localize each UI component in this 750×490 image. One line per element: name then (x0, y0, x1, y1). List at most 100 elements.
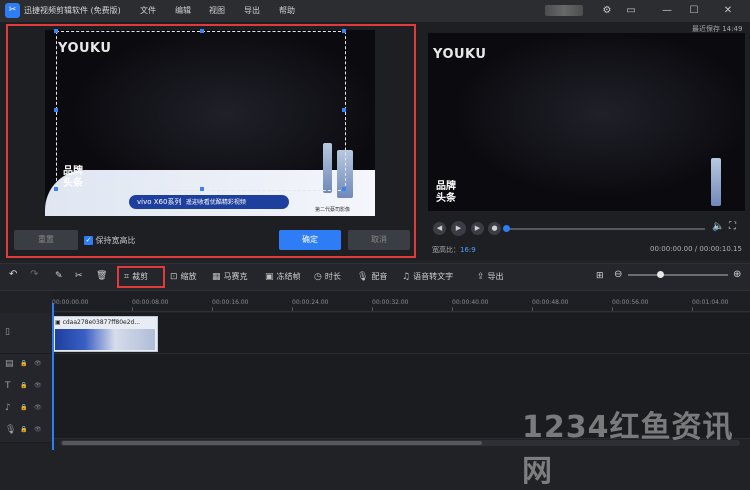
freeze-frame-tool[interactable]: ▣ 冻结帧 (265, 271, 301, 282)
eye-icon[interactable]: 👁 (34, 360, 42, 367)
reset-button[interactable]: 重置 (14, 230, 78, 250)
eye-icon[interactable]: 👁 (34, 382, 42, 389)
progress-knob[interactable] (503, 225, 510, 232)
fullscreen-icon[interactable]: ⛶ (729, 221, 736, 232)
timeline-scrollbar-thumb[interactable] (62, 441, 482, 445)
youku-logo: YOUKU (433, 47, 487, 62)
stop-icon[interactable]: ● (488, 222, 501, 235)
maximize-button[interactable]: ☐ (683, 2, 705, 20)
speech-to-text-tool[interactable]: ♫ 语音转文字 (402, 271, 453, 282)
player-controls: ◀ ▶ ▶ ● 🔈 ⛶ (428, 218, 745, 240)
confirm-button[interactable]: 确定 (279, 230, 341, 250)
aspect-label: 宽高比： (432, 246, 460, 254)
redo-icon[interactable]: ↷ (30, 269, 38, 280)
next-frame-icon[interactable]: ▶ (471, 222, 484, 235)
track-header-music: ♪ 🔒 👁 (0, 398, 52, 421)
video-track-icon: ▯ (5, 327, 10, 337)
pip-track-icon: ▤ (5, 359, 14, 369)
microphone-track-icon: 🎙 (5, 425, 17, 435)
track-text[interactable] (52, 376, 750, 399)
menu-help[interactable]: 帮助 (279, 5, 295, 16)
settings-icon[interactable]: ⚙ (596, 2, 618, 20)
speech-to-text-label: 语音转文字 (413, 272, 454, 281)
timeline-clip[interactable]: ▣ cdaa278e03877ff80e2d... (52, 316, 158, 352)
skin-icon[interactable]: ▭ (620, 2, 642, 20)
cancel-button[interactable]: 取消 (348, 230, 410, 250)
duration-tool[interactable]: ◷ 时长 (314, 271, 341, 282)
export-icon: ⇪ (477, 272, 485, 282)
crop-handle[interactable] (54, 29, 58, 33)
crop-handle[interactable] (342, 187, 346, 191)
text-track-icon: T (5, 381, 11, 391)
checkbox-check-icon[interactable]: ✓ (84, 236, 93, 245)
scissors-icon[interactable]: ✂ (75, 271, 83, 281)
ruler-tick: 00:00:24.00 (292, 299, 329, 306)
lock-icon[interactable]: 🔒 (20, 382, 27, 389)
freeze-icon: ▣ (265, 272, 274, 282)
timeline-zoom-slider[interactable] (628, 274, 728, 276)
mosaic-tool[interactable]: ▦ 马赛克 (212, 271, 248, 282)
aspect-value[interactable]: 16:9 (460, 246, 476, 254)
zoom-label: 缩放 (180, 272, 197, 281)
zoom-tool[interactable]: ⊡ 缩放 (170, 271, 197, 282)
volume-icon[interactable]: 🔈 (712, 221, 724, 232)
zoom-icon: ⊡ (170, 272, 178, 282)
ruler-tick: 00:00:00.00 (52, 299, 89, 306)
freeze-label: 冻结帧 (276, 272, 301, 281)
zoom-out-icon[interactable]: ⊖ (614, 269, 622, 280)
menu-view[interactable]: 视图 (209, 5, 225, 16)
menu-export[interactable]: 导出 (244, 5, 260, 16)
track-header-voice: 🎙 🔒 👁 (0, 420, 52, 443)
ruler-tick: 00:00:16.00 (212, 299, 249, 306)
fit-timeline-icon[interactable]: ⊞ (596, 271, 604, 281)
lock-icon[interactable]: 🔒 (20, 426, 27, 433)
ruler-tick: 00:00:48.00 (532, 299, 569, 306)
user-avatar[interactable] (545, 5, 583, 16)
time-display: 00:00:00.00 / 00:00:10.15 (650, 245, 742, 253)
crop-handle[interactable] (342, 108, 346, 112)
zoom-in-icon[interactable]: ⊕ (733, 269, 741, 280)
playhead[interactable] (52, 303, 54, 450)
app-title: 迅捷视频剪辑软件 (免费版) (24, 6, 121, 15)
export-label: 导出 (487, 272, 504, 281)
edit-toolbar: ↶ ↷ ✎ ✂ 🗑 ⌗ 裁剪 ⊡ 缩放 ▦ 马赛克 ▣ 冻结帧 ◷ 时长 🎙 配音 ♫ 语音转… (0, 263, 750, 291)
ruler-tick: 00:00:56.00 (612, 299, 649, 306)
delete-icon[interactable]: 🗑 (96, 271, 107, 281)
eye-icon[interactable]: 👁 (34, 404, 42, 411)
crop-handle[interactable] (54, 187, 58, 191)
video-preview: YOUKU 品牌 头条 (428, 33, 745, 211)
crop-handle[interactable] (200, 187, 204, 191)
eye-icon[interactable]: 👁 (34, 426, 42, 433)
menu-edit[interactable]: 编辑 (175, 5, 191, 16)
keep-ratio-checkbox[interactable]: ✓ 保持宽高比 (84, 235, 136, 246)
minimize-button[interactable]: — (656, 2, 678, 20)
timeline-ruler[interactable]: 00:00:00.00 00:00:08.00 00:00:16.00 00:0… (52, 291, 750, 312)
crop-handle[interactable] (200, 29, 204, 33)
site-watermark: 1234红鱼资讯网 (522, 410, 734, 489)
crop-selection[interactable] (54, 29, 346, 191)
edit-icon[interactable]: ✎ (55, 271, 63, 281)
track-pip[interactable] (52, 354, 750, 377)
track-header-text: T 🔒 👁 (0, 376, 52, 399)
lock-icon[interactable]: 🔒 (20, 404, 27, 411)
clip-name: ▣ cdaa278e03877ff80e2d... (55, 319, 141, 326)
track-header-video-main: ▯ (0, 313, 52, 354)
ruler-tick: 00:00:40.00 (452, 299, 489, 306)
ad-banner: vivo X60系列 遥迎收看优酷精彩视频 (129, 195, 289, 209)
crop-handle[interactable] (342, 29, 346, 33)
export-tool[interactable]: ⇪ 导出 (477, 271, 504, 282)
close-button[interactable]: ✕ (717, 2, 739, 20)
crop-handle[interactable] (54, 108, 58, 112)
dub-tool[interactable]: 🎙 配音 (357, 271, 387, 282)
play-icon[interactable]: ▶ (451, 221, 466, 236)
aspect-ratio[interactable]: 宽高比：16:9 (432, 245, 476, 255)
clock-icon: ◷ (314, 272, 322, 282)
lock-icon[interactable]: 🔒 (20, 360, 27, 367)
ad-tag: 第二代蔡司影像 (315, 207, 351, 213)
crop-tool-highlight (117, 266, 165, 288)
previous-frame-icon[interactable]: ◀ (433, 222, 446, 235)
undo-icon[interactable]: ↶ (9, 269, 17, 280)
timeline-zoom-knob[interactable] (657, 271, 664, 278)
progress-bar[interactable] (505, 228, 705, 230)
menu-file[interactable]: 文件 (140, 5, 156, 16)
